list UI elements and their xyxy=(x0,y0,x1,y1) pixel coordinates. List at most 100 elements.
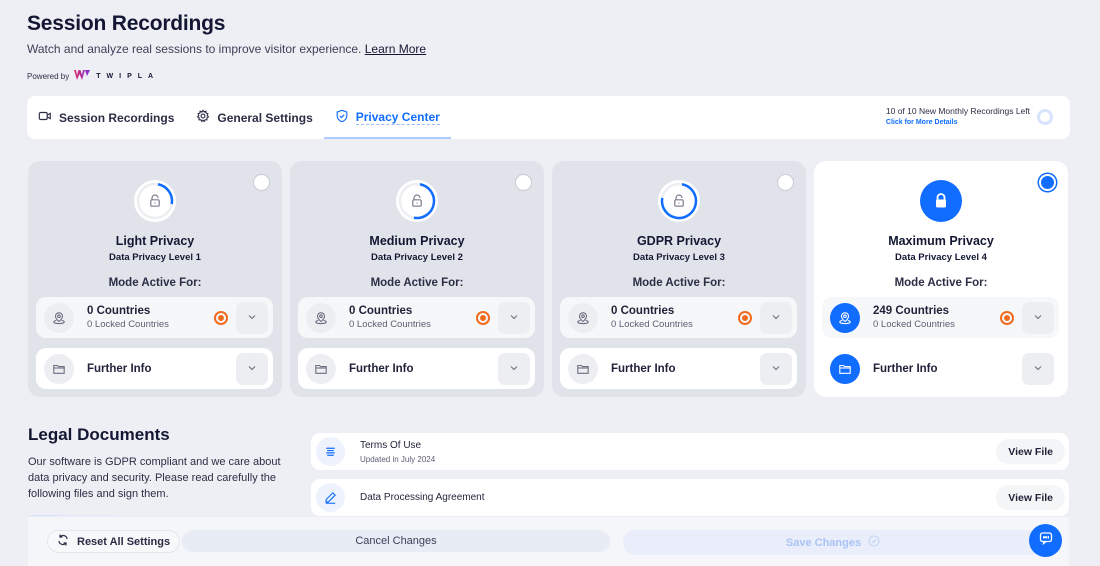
chevron-down-icon xyxy=(1033,360,1043,378)
countries-count: 249 Countries xyxy=(873,305,950,317)
mode-active-label: Mode Active For: xyxy=(370,277,464,289)
locked-countries-count: 0 Locked Countries xyxy=(611,319,693,330)
save-changes-button[interactable]: Save Changes xyxy=(623,530,1043,555)
folder-icon xyxy=(306,353,336,384)
privacy-card-medium[interactable]: Medium Privacy Data Privacy Level 2 Mode… xyxy=(290,161,544,397)
twipla-wordmark: TWIPLA xyxy=(96,72,160,80)
further-info-row: Further Info xyxy=(560,348,797,389)
countries-row: 249 Countries 0 Locked Countries xyxy=(822,297,1059,338)
recordings-left-text: 10 of 10 New Monthly Recordings Left xyxy=(885,106,1030,116)
card-level: Data Privacy Level 4 xyxy=(895,252,987,263)
video-camera-icon xyxy=(38,109,52,126)
privacy-card-gdpr[interactable]: GDPR Privacy Data Privacy Level 3 Mode A… xyxy=(552,161,806,397)
save-label: Save Changes xyxy=(785,536,862,549)
document-title: Data Processing Agreement xyxy=(360,492,485,503)
further-info-label: Further Info xyxy=(349,362,414,375)
location-pin-icon xyxy=(306,302,336,333)
chevron-down-icon xyxy=(509,360,519,378)
expand-countries-button[interactable] xyxy=(1022,301,1054,334)
check-circle-icon xyxy=(868,535,880,550)
tab-session-recordings[interactable]: Session Recordings xyxy=(27,96,185,139)
privacy-card-light[interactable]: Light Privacy Data Privacy Level 1 Mode … xyxy=(28,161,282,397)
expand-countries-button[interactable] xyxy=(760,301,792,334)
status-radio-icon xyxy=(738,310,752,325)
page-subtitle: Watch and analyze real sessions to impro… xyxy=(27,42,426,56)
location-pin-icon xyxy=(44,302,74,333)
card-level: Data Privacy Level 3 xyxy=(633,252,725,263)
countries-count: 0 Countries xyxy=(87,305,151,317)
legal-documents-section: Legal Documents Our software is GDPR com… xyxy=(28,425,298,502)
tab-general-settings[interactable]: General Settings xyxy=(185,96,323,139)
chevron-down-icon xyxy=(247,360,257,378)
tab-privacy-center[interactable]: Privacy Center xyxy=(323,96,451,139)
lock-progress-icon xyxy=(396,180,438,222)
locked-countries-count: 0 Locked Countries xyxy=(87,319,169,330)
further-info-label: Further Info xyxy=(611,362,676,375)
card-level: Data Privacy Level 1 xyxy=(109,252,201,263)
document-row-terms: Terms Of Use Updated in July 2024 View F… xyxy=(311,433,1069,470)
document-subtitle: Updated in July 2024 xyxy=(360,454,436,464)
tab-bar: Session Recordings General Settings Priv… xyxy=(27,96,1070,139)
document-title: Terms Of Use xyxy=(360,439,422,451)
expand-further-info-button[interactable] xyxy=(498,352,530,385)
expand-further-info-button[interactable] xyxy=(1022,352,1054,385)
lock-progress-icon xyxy=(134,180,176,222)
cancel-changes-button[interactable]: Cancel Changes xyxy=(182,530,610,552)
legal-description: Our software is GDPR compliant and we ca… xyxy=(28,456,281,500)
card-title: Light Privacy xyxy=(115,234,195,248)
chat-support-button[interactable] xyxy=(1029,524,1062,557)
lock-progress-icon xyxy=(658,180,700,222)
mode-active-label: Mode Active For: xyxy=(108,277,202,289)
expand-countries-button[interactable] xyxy=(236,301,268,334)
locked-countries-count: 0 Locked Countries xyxy=(349,319,431,330)
further-info-row: Further Info xyxy=(298,348,535,389)
folder-icon xyxy=(830,353,860,384)
countries-row: 0 Countries 0 Locked Countries xyxy=(36,297,273,338)
status-radio-icon xyxy=(476,310,490,325)
further-info-label: Further Info xyxy=(87,362,152,375)
view-file-button[interactable]: View File xyxy=(996,485,1065,510)
privacy-card-maximum[interactable]: Maximum Privacy Data Privacy Level 4 Mod… xyxy=(814,161,1068,397)
tab-label: Session Recordings xyxy=(59,110,175,125)
countries-count: 0 Countries xyxy=(611,305,675,317)
folder-icon xyxy=(568,353,598,384)
expand-further-info-button[interactable] xyxy=(760,352,792,385)
card-select-radio[interactable] xyxy=(515,174,532,191)
further-info-label: Further Info xyxy=(873,362,938,375)
chevron-down-icon xyxy=(771,360,781,378)
gear-icon xyxy=(196,109,210,126)
location-pin-icon xyxy=(830,302,860,333)
countries-row: 0 Countries 0 Locked Countries xyxy=(560,297,797,338)
shield-check-icon xyxy=(335,109,349,126)
mode-active-label: Mode Active For: xyxy=(632,277,726,289)
recordings-left-info: 10 of 10 New Monthly Recordings Left Cli… xyxy=(886,106,1030,126)
chevron-down-icon xyxy=(1033,309,1043,327)
recordings-progress-ring xyxy=(1037,109,1053,125)
twipla-logo-mark-icon xyxy=(74,69,91,83)
card-select-radio[interactable] xyxy=(777,174,794,191)
view-file-button[interactable]: View File xyxy=(996,439,1065,464)
expand-further-info-button[interactable] xyxy=(236,352,268,385)
card-title: Maximum Privacy xyxy=(888,234,994,248)
card-select-radio[interactable] xyxy=(1039,174,1056,191)
tab-label: Privacy Center xyxy=(355,110,440,125)
page-title: Session Recordings xyxy=(27,12,226,35)
card-title: Medium Privacy xyxy=(369,234,465,248)
chevron-down-icon xyxy=(509,309,519,327)
reset-label: Reset All Settings xyxy=(77,535,171,548)
more-details-link[interactable]: Click for More Details xyxy=(886,119,1030,126)
further-info-row: Further Info xyxy=(36,348,273,389)
locked-countries-count: 0 Locked Countries xyxy=(873,319,955,330)
further-info-row: Further Info xyxy=(822,348,1059,389)
expand-countries-button[interactable] xyxy=(498,301,530,334)
reset-all-settings-button[interactable]: Reset All Settings xyxy=(47,530,181,553)
powered-by-label: Powered by xyxy=(27,71,70,81)
card-select-radio[interactable] xyxy=(253,174,270,191)
card-level: Data Privacy Level 2 xyxy=(371,252,463,263)
countries-row: 0 Countries 0 Locked Countries xyxy=(298,297,535,338)
learn-more-link[interactable]: Learn More xyxy=(365,42,426,56)
twipla-logo: TWIPLA xyxy=(74,69,159,83)
status-radio-icon xyxy=(1000,310,1014,325)
legal-title: Legal Documents xyxy=(28,425,170,444)
action-footer: Reset All Settings Cancel Changes Save C… xyxy=(28,516,1069,566)
